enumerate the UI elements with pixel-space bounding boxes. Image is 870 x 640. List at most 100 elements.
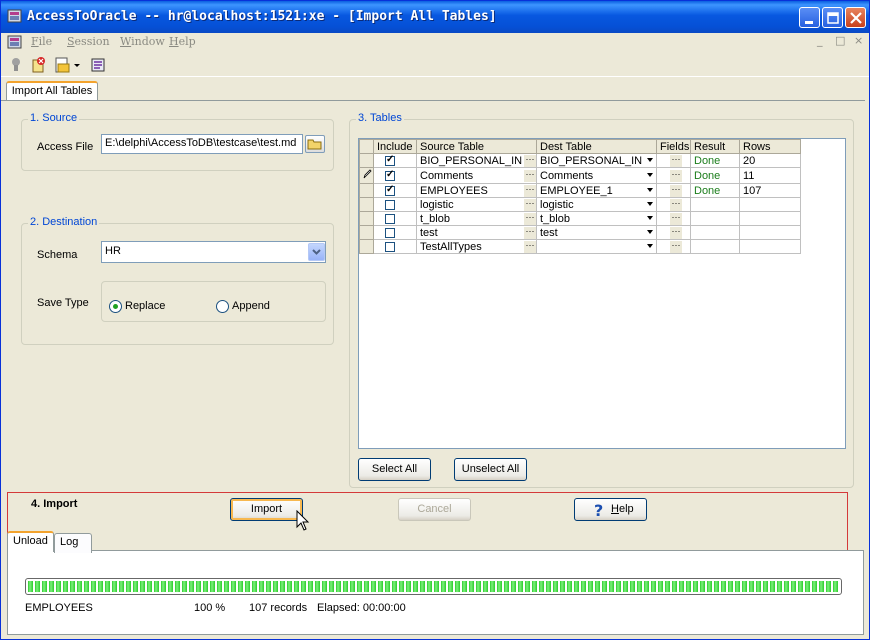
table-row[interactable]: TestAllTypes ··· ··· <box>359 239 801 254</box>
table-row[interactable]: BIO_PERSONAL_INI···BIO_PERSONAL_INI···Do… <box>359 153 801 168</box>
dest-table-dropdown-icon[interactable] <box>647 157 653 162</box>
dest-table-dropdown-icon[interactable] <box>647 187 653 192</box>
access-file-input[interactable]: E:\delphi\AccessToDB\testcase\test.md <box>101 134 303 154</box>
tab-import-all-tables[interactable]: Import All Tables <box>6 81 98 101</box>
source-table-ellipsis-button[interactable]: ··· <box>524 169 536 182</box>
mdi-close-button[interactable]: × <box>854 34 863 47</box>
result-cell <box>690 239 740 254</box>
menu-window[interactable]: Window <box>120 35 165 48</box>
row-indicator[interactable] <box>359 211 374 226</box>
fields-ellipsis-button[interactable]: ··· <box>670 212 682 225</box>
dropdown-arrow-icon[interactable] <box>73 56 81 74</box>
close-button[interactable] <box>845 7 866 28</box>
dest-table-dropdown-icon[interactable] <box>647 215 653 220</box>
table-row[interactable]: EMPLOYEES ··· EMPLOYEE_1 ··· Done107 <box>359 183 801 198</box>
source-table-ellipsis-button[interactable]: ··· <box>524 184 536 197</box>
help-button[interactable]: ? Help <box>574 498 647 521</box>
menu-session[interactable]: Session <box>67 35 110 48</box>
table-row[interactable]: logistic ··· logistic ··· <box>359 197 801 212</box>
source-table-cell[interactable]: Comments ··· <box>416 167 537 184</box>
include-checkbox[interactable] <box>385 155 395 166</box>
row-indicator[interactable] <box>359 239 374 254</box>
table-row[interactable]: Comments ··· Comments ··· Done11 <box>359 167 801 184</box>
fields-ellipsis-button[interactable]: ··· <box>670 226 682 239</box>
source-table-cell[interactable]: TestAllTypes ··· <box>416 239 537 254</box>
row-indicator[interactable] <box>359 167 374 184</box>
tables-grid[interactable]: Include Source Table Dest Table Fields R… <box>358 138 846 449</box>
folder-icon <box>307 139 322 150</box>
include-checkbox[interactable] <box>385 213 395 224</box>
row-indicator[interactable] <box>359 183 374 198</box>
include-checkbox[interactable] <box>385 185 395 196</box>
row-indicator[interactable] <box>359 225 374 240</box>
dest-table-cell[interactable]: t_blob <box>536 211 657 226</box>
source-table-ellipsis-button[interactable]: ··· <box>524 212 536 225</box>
replace-label[interactable]: Replace <box>125 300 165 312</box>
append-radio[interactable] <box>216 300 229 313</box>
title-bar[interactable]: AccessToOracle -- hr@localhost:1521:xe -… <box>1 1 869 33</box>
column-header-rows[interactable]: Rows <box>739 139 801 154</box>
fields-ellipsis-button[interactable]: ··· <box>670 198 682 211</box>
source-table-ellipsis-button[interactable]: ··· <box>524 198 536 211</box>
replace-radio[interactable] <box>109 300 122 313</box>
fields-cell: ··· <box>656 153 691 168</box>
fields-ellipsis-button[interactable]: ··· <box>670 169 682 182</box>
source-table-ellipsis-button[interactable]: ··· <box>524 226 536 239</box>
schema-select[interactable]: HR <box>101 241 326 263</box>
browse-file-button[interactable] <box>305 135 325 153</box>
column-header-include[interactable]: Include <box>373 139 417 154</box>
import-button[interactable]: Import <box>230 498 303 521</box>
source-table-ellipsis-button[interactable]: ··· <box>524 240 536 253</box>
dest-table-dropdown-icon[interactable] <box>647 172 653 177</box>
dest-table-cell[interactable]: logistic <box>536 197 657 212</box>
select-all-button[interactable]: Select All <box>358 458 431 481</box>
include-checkbox[interactable] <box>385 169 395 181</box>
import-icon[interactable] <box>89 56 107 74</box>
include-checkbox[interactable] <box>385 227 395 238</box>
minimize-button[interactable] <box>799 7 820 28</box>
column-header-source-table[interactable]: Source Table <box>416 139 537 154</box>
tab-log[interactable]: Log <box>54 533 92 553</box>
column-header-result[interactable]: Result <box>690 139 740 154</box>
source-table-cell[interactable]: test ··· <box>416 225 537 240</box>
connect-icon[interactable] <box>7 56 25 74</box>
open-document-icon[interactable] <box>53 56 71 74</box>
fields-ellipsis-button[interactable]: ··· <box>670 240 682 253</box>
menu-help[interactable]: Help <box>169 35 196 48</box>
source-table-cell[interactable]: BIO_PERSONAL_INI ··· <box>416 153 537 168</box>
source-table-cell[interactable]: logistic ··· <box>416 197 537 212</box>
dest-table-cell[interactable]: Comments <box>536 167 657 184</box>
fields-ellipsis-button[interactable]: ··· <box>670 184 682 197</box>
result-cell <box>690 225 740 240</box>
source-table-ellipsis-button[interactable]: ··· <box>524 154 536 167</box>
dest-table-dropdown-icon[interactable] <box>647 243 653 248</box>
dest-table-dropdown-icon[interactable] <box>647 201 653 206</box>
dest-table-cell[interactable]: BIO_PERSONAL_INI <box>536 153 657 168</box>
table-row[interactable]: test ··· test ··· <box>359 225 801 240</box>
mdi-minimize-button[interactable]: _ <box>817 34 823 47</box>
dest-table-dropdown-icon[interactable] <box>647 229 653 234</box>
tab-unload[interactable]: Unload <box>7 531 54 552</box>
append-label[interactable]: Append <box>232 300 270 312</box>
include-checkbox[interactable] <box>385 199 395 210</box>
column-header-fields[interactable]: Fields <box>656 139 691 154</box>
menu-file[interactable]: File <box>31 35 52 48</box>
source-table-cell[interactable]: EMPLOYEES ··· <box>416 183 537 198</box>
dest-table-cell[interactable]: EMPLOYEE_1 <box>536 183 657 198</box>
source-table-cell[interactable]: t_blob ··· <box>416 211 537 226</box>
fields-ellipsis-button[interactable]: ··· <box>670 154 682 167</box>
include-checkbox[interactable] <box>385 241 395 252</box>
unselect-all-button[interactable]: Unselect All <box>454 458 527 481</box>
column-header-dest-table[interactable]: Dest Table <box>536 139 657 154</box>
dest-table-cell[interactable]: test <box>536 225 657 240</box>
disconnect-icon[interactable] <box>29 56 47 74</box>
cancel-button[interactable]: Cancel <box>398 498 471 521</box>
mdi-restore-button[interactable]: □ <box>835 34 845 47</box>
dest-table-cell[interactable] <box>536 239 657 254</box>
row-indicator[interactable] <box>359 197 374 212</box>
schema-dropdown-button[interactable] <box>308 243 325 261</box>
maximize-button[interactable] <box>822 7 843 28</box>
fields-cell: ··· <box>656 211 691 226</box>
row-indicator[interactable] <box>359 153 374 168</box>
table-row[interactable]: t_blob ··· t_blob ··· <box>359 211 801 226</box>
